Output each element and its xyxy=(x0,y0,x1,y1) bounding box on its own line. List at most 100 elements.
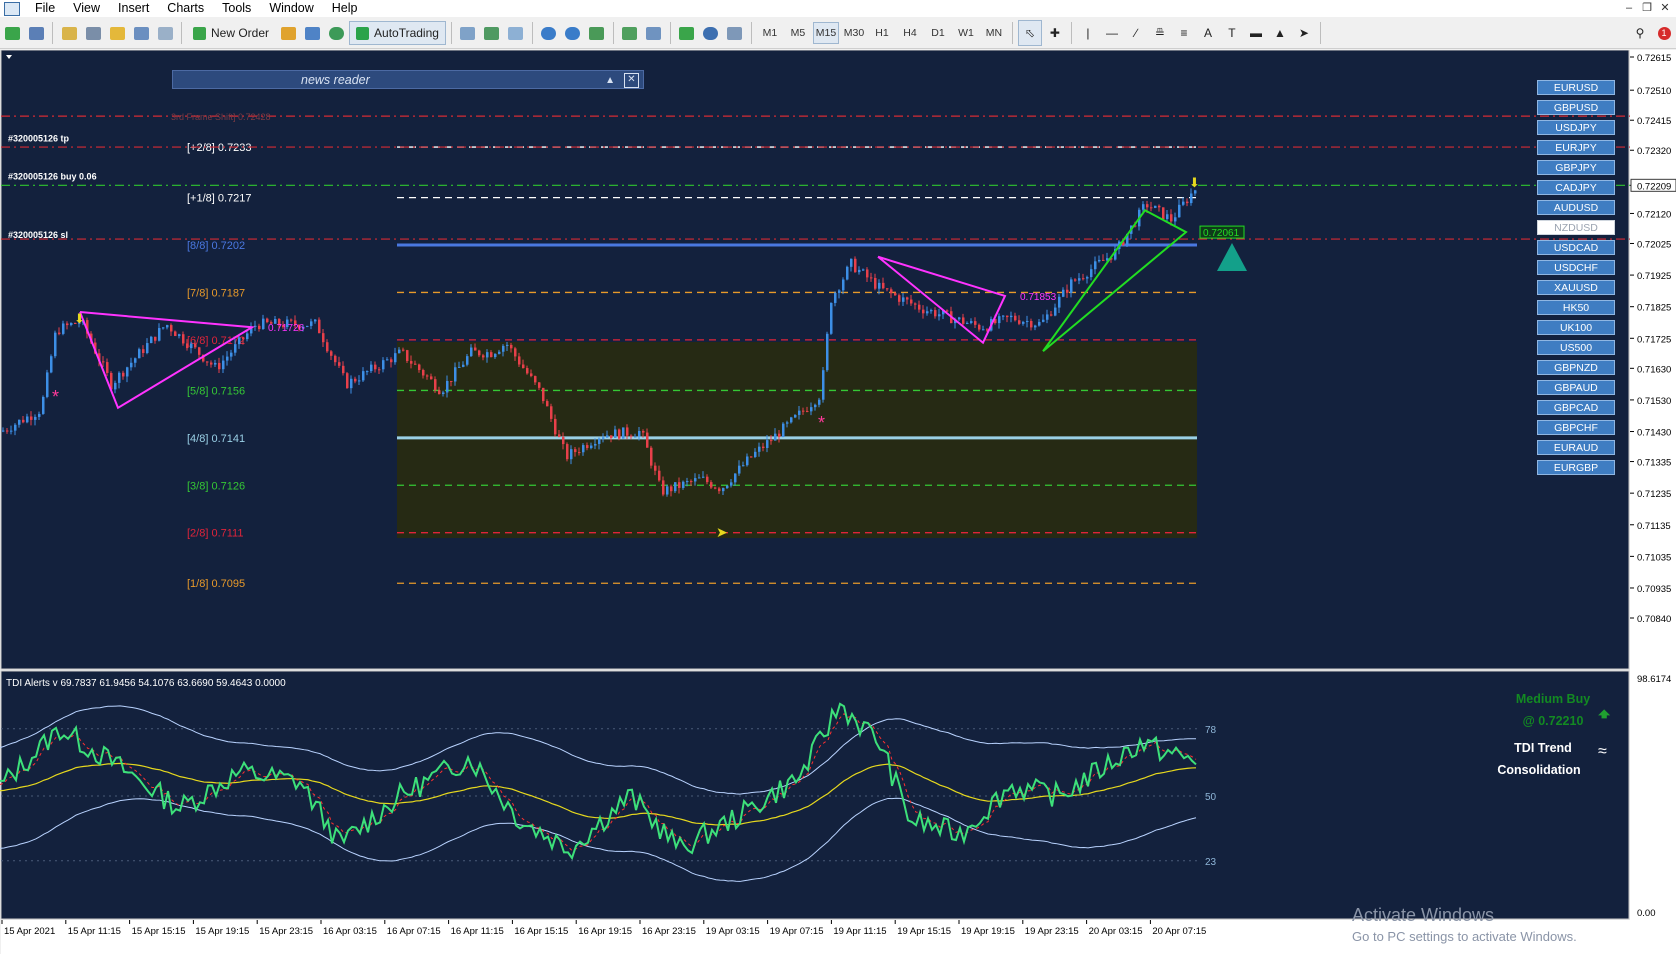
candle-body xyxy=(782,423,785,437)
pattern-price-label: 0.71853 xyxy=(1020,292,1057,303)
horizontal-line-icon[interactable]: — xyxy=(1101,21,1123,45)
trendline-icon[interactable]: ∕ xyxy=(1125,21,1147,45)
strategy-tester-icon[interactable] xyxy=(154,21,176,45)
candle-body xyxy=(1158,205,1161,208)
symbol-button-usdjpy[interactable]: USDJPY xyxy=(1537,120,1615,135)
symbol-button-xauusd[interactable]: XAUUSD xyxy=(1537,280,1615,295)
symbol-button-gbpcad[interactable]: GBPCAD xyxy=(1537,400,1615,415)
symbol-button-cadjpy[interactable]: CADJPY xyxy=(1537,180,1615,195)
minimize-icon[interactable]: – xyxy=(1620,0,1638,16)
navigator-icon[interactable] xyxy=(106,21,128,45)
collapse-icon[interactable]: ▲ xyxy=(605,71,615,90)
bar-chart-icon[interactable] xyxy=(457,21,479,45)
candle-body xyxy=(786,422,789,424)
candle-body xyxy=(934,310,937,317)
symbol-button-gbpnzd[interactable]: GBPNZD xyxy=(1537,360,1615,375)
timeframe-h1[interactable]: H1 xyxy=(869,21,895,45)
restore-icon[interactable]: ❐ xyxy=(1638,0,1656,16)
text-icon[interactable]: A xyxy=(1197,21,1219,45)
close-icon[interactable]: ✕ xyxy=(1656,0,1674,16)
timeframe-w1[interactable]: W1 xyxy=(953,21,979,45)
close-icon[interactable]: ✕ xyxy=(624,73,639,88)
symbol-button-gbpusd[interactable]: GBPUSD xyxy=(1537,100,1615,115)
chart-shift-icon[interactable] xyxy=(643,21,665,45)
news-reader-panel[interactable]: news reader ▲ ✕ xyxy=(172,70,644,89)
candle-body xyxy=(118,372,121,383)
vertical-line-icon[interactable]: | xyxy=(1077,21,1099,45)
menu-view[interactable]: View xyxy=(64,0,109,17)
signals-icon[interactable] xyxy=(301,21,323,45)
zoom-in-icon[interactable] xyxy=(538,21,560,45)
autotrading-button[interactable]: AutoTrading xyxy=(349,21,446,45)
symbol-button-uk100[interactable]: UK100 xyxy=(1537,320,1615,335)
templates-icon[interactable] xyxy=(724,21,746,45)
notifications-icon[interactable]: 1 xyxy=(1653,21,1675,45)
symbol-button-euraud[interactable]: EURAUD xyxy=(1537,440,1615,455)
news-reader-title: news reader xyxy=(301,73,370,87)
search-icon[interactable]: ⚲ xyxy=(1629,21,1651,45)
symbol-button-hk50[interactable]: HK50 xyxy=(1537,300,1615,315)
triangle-icon[interactable]: ▲ xyxy=(1269,21,1291,45)
candle-body xyxy=(438,390,441,395)
symbol-button-eurjpy[interactable]: EURJPY xyxy=(1537,140,1615,155)
menu-charts[interactable]: Charts xyxy=(158,0,213,17)
new-chart-icon[interactable] xyxy=(1,21,23,45)
menu-help[interactable]: Help xyxy=(323,0,367,17)
timeframe-d1[interactable]: D1 xyxy=(925,21,951,45)
candle-body xyxy=(714,487,717,489)
symbol-button-usdchf[interactable]: USDCHF xyxy=(1537,260,1615,275)
terminal-icon[interactable] xyxy=(130,21,152,45)
zoom-out-icon[interactable] xyxy=(562,21,584,45)
menu-tools[interactable]: Tools xyxy=(213,0,260,17)
symbol-button-gbpjpy[interactable]: GBPJPY xyxy=(1537,160,1615,175)
tile-windows-icon[interactable] xyxy=(586,21,608,45)
symbol-button-us500[interactable]: US500 xyxy=(1537,340,1615,355)
data-window-icon[interactable] xyxy=(82,21,104,45)
line-chart-icon[interactable] xyxy=(505,21,527,45)
symbol-button-audusd[interactable]: AUDUSD xyxy=(1537,200,1615,215)
profiles-icon[interactable] xyxy=(25,21,47,45)
timeframe-m15[interactable]: M15 xyxy=(812,22,839,44)
menu-insert[interactable]: Insert xyxy=(109,0,158,17)
market-icon[interactable] xyxy=(325,21,347,45)
candle-body xyxy=(694,478,697,482)
arrows-icon[interactable]: ➤ xyxy=(1293,21,1315,45)
symbol-button-eurusd[interactable]: EURUSD xyxy=(1537,80,1615,95)
new-order-button[interactable]: New Order xyxy=(187,21,275,45)
candlestick-icon[interactable] xyxy=(481,21,503,45)
cursor-icon[interactable]: ⬁ xyxy=(1017,20,1042,46)
candle-body xyxy=(1050,314,1053,316)
candle-body xyxy=(646,432,649,448)
timeframe-h4[interactable]: H4 xyxy=(897,21,923,45)
pattern-price-label: 0.72061 xyxy=(1203,228,1240,239)
menu-file[interactable]: File xyxy=(26,0,64,17)
auto-scroll-icon[interactable] xyxy=(619,21,641,45)
menu-window[interactable]: Window xyxy=(260,0,322,17)
symbol-button-eurgbp[interactable]: EURGBP xyxy=(1537,460,1615,475)
symbol-button-usdcad[interactable]: USDCAD xyxy=(1537,240,1615,255)
candle-body xyxy=(846,266,849,280)
timeframe-mn[interactable]: MN xyxy=(981,21,1007,45)
fibonacci-icon[interactable]: ≡ xyxy=(1173,21,1195,45)
candle-body xyxy=(822,370,825,400)
periods-icon[interactable] xyxy=(700,21,722,45)
metaeditor-icon[interactable] xyxy=(277,21,299,45)
candle-body xyxy=(222,360,225,370)
symbol-button-gbpchf[interactable]: GBPCHF xyxy=(1537,420,1615,435)
candle-body xyxy=(1046,314,1049,320)
candle-body xyxy=(558,434,561,437)
timeframe-m1[interactable]: M1 xyxy=(757,21,783,45)
timeframe-m5[interactable]: M5 xyxy=(785,21,811,45)
symbol-button-gbpaud[interactable]: GBPAUD xyxy=(1537,380,1615,395)
crosshair-icon[interactable]: ✚ xyxy=(1044,21,1066,45)
rectangle-icon[interactable]: ▬ xyxy=(1245,21,1267,45)
indicators-icon[interactable] xyxy=(676,21,698,45)
market-watch-icon[interactable] xyxy=(58,21,80,45)
candle-body xyxy=(30,416,33,420)
symbol-button-nzdusd[interactable]: NZDUSD xyxy=(1537,220,1615,235)
channel-icon[interactable]: ≞ xyxy=(1149,21,1171,45)
timeframe-m30[interactable]: M30 xyxy=(841,21,867,45)
text-label-icon[interactable]: T xyxy=(1221,21,1243,45)
time-axis-label: 15 Apr 23:15 xyxy=(259,926,313,937)
chart-area[interactable]: [+2/8] 0.7233 [+1/8] 0.7217 [8/8] 0.7202 [7… xyxy=(0,50,1676,954)
